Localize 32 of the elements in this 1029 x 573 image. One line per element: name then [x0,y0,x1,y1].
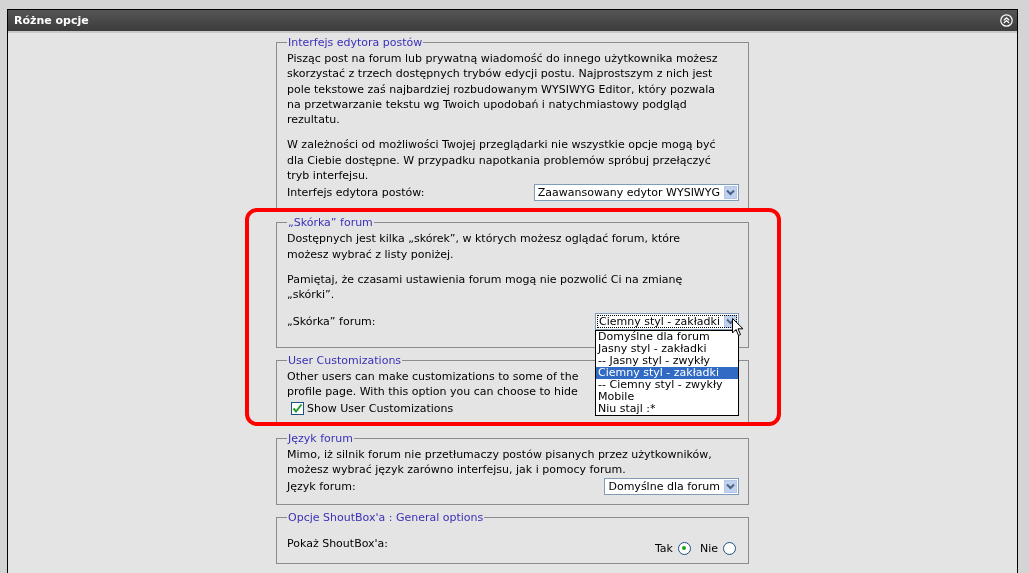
panel-title: Różne opcje [14,14,89,27]
dropdown-option[interactable]: -- Ciemny styl - zwykły [596,379,738,392]
dropdown-option[interactable]: Jasny styl - zakładki [596,343,738,356]
description-text: Pamiętaj, że czasami ustawienia forum mogą nie pozwolić Ci na zmianę „skórki”. [287,271,683,303]
description-text: Dostępnych jest kilka „skórek”, w których możesz oglądać forum, które możesz wybrać z listy poniżej. [287,231,680,262]
description-text: Pisząc post na forum lub prywatną wiadomość do innego użytkownika możesz skorzystać z trzech dostępnych trybów edycji postu. Najprostszym z nich jest pole tekstowe zaś najbardziej rozbudowanym WYSIWYG Editor, który pozwala na przetwarzanie tekstu wg Twoich upodobań i natychmiastowy podgląd rezultatu. [287,51,718,128]
dropdown-option[interactable]: Ciemny styl - zakładki [596,367,738,380]
group-legend: „Skórka” forum [287,216,374,230]
checkbox[interactable] [291,401,304,415]
radio-label: Nie [699,541,718,555]
radio-label: Tak [654,541,673,555]
dropdown-select[interactable]: Ciemny styl - zakładki [595,313,739,331]
description-text: Other users can make customizations to some of the profile page. With this option you can choose to hide [287,368,579,400]
group-legend: Opcje ShoutBox'a : General options [287,510,485,524]
field-label: „Skórka” forum: [287,315,376,329]
collapse-icon[interactable] [1000,14,1013,27]
dropdown-select[interactable]: Domyślne dla forum [604,478,739,496]
group-legend: User Customizations [287,353,403,367]
field-label: Język forum: [287,480,356,494]
dropdown-option[interactable]: Niu stajl :* [596,403,738,416]
dropdown-select[interactable]: Zaawansowany edytor WYSIWYG [533,183,739,201]
group-legend: Język forum [287,432,354,446]
field-label: Interfejs edytora postów: [287,185,425,199]
checkbox-label: Show User Customizations [307,401,454,415]
field-label: Pokaż ShoutBox'a: [287,536,389,550]
description-text: Mimo, iż silnik forum nie przetłumaczy postów pisanych przez użytkowników, możesz wybrać język zarówno interfejsu, jak i pomocy forum. [287,447,712,478]
group-legend: Interfejs edytora postów [287,36,424,49]
radio-button[interactable] [723,541,736,555]
description-text: W zależności od możliwości Twojej przeglądarki nie wszystkie opcje mogą być dla Ciebie dostępne. W przypadku napotkania problemów spróbuj przełączyć tryb interfejsu. [287,137,716,184]
dropdown-option[interactable]: -- Jasny styl - zwykły [596,355,738,368]
radio-button[interactable] [677,541,691,555]
dropdown-option[interactable]: Mobile [596,391,738,404]
